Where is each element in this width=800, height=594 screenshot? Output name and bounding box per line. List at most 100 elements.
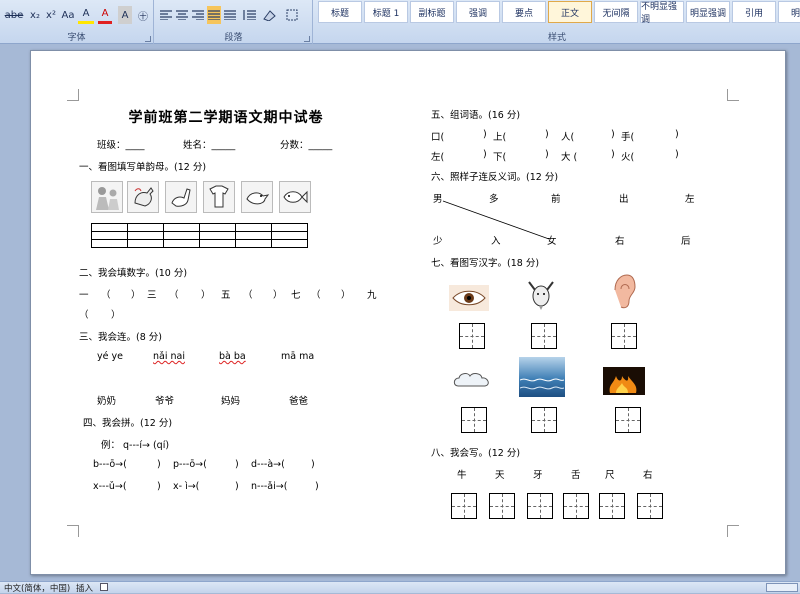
q5-item: ) <box>545 149 549 160</box>
word-mama: 妈妈 <box>221 396 241 407</box>
font-dialog-launcher-icon[interactable] <box>145 36 151 42</box>
justify-icon[interactable] <box>207 6 221 24</box>
answer-grid <box>91 223 308 248</box>
q3-heading: 三、我会连。(8 分) <box>79 332 162 343</box>
q4-item: d---à→( <box>251 459 285 470</box>
q4-item: p---ō→( <box>173 459 207 470</box>
style-button[interactable]: 无间隔 <box>594 1 638 23</box>
q2-item: （ <box>311 290 321 301</box>
paragraph-group-label: 段落 <box>224 33 243 43</box>
q8-char: 天 <box>495 470 505 481</box>
q2-item: 三 <box>147 290 157 301</box>
fire-picture <box>603 367 645 395</box>
style-button[interactable]: 不明显强调 <box>640 1 684 25</box>
q4-item: ) <box>157 481 161 492</box>
crop-mark <box>727 89 739 101</box>
q8-char: 牙 <box>533 470 543 481</box>
clothes-picture <box>203 181 235 213</box>
rooster-picture <box>127 181 159 213</box>
writing-grid[interactable] <box>527 493 553 519</box>
style-button[interactable]: 正文 <box>548 1 592 23</box>
change-case-button[interactable]: Aa <box>60 6 76 24</box>
writing-grid[interactable] <box>599 493 625 519</box>
writing-grid[interactable] <box>611 323 637 349</box>
q7-heading: 七、看图写汉字。(18 分) <box>431 258 540 269</box>
antonym-bottom: 后 <box>681 236 691 247</box>
language-status[interactable]: 中文(简体，中国) <box>4 582 70 594</box>
q2-item: （ <box>101 290 111 301</box>
q5-item: ) <box>483 149 487 160</box>
q2-item: 五 <box>221 290 231 301</box>
doc-title: 学前班第二学期语文期中试卷 <box>128 110 324 126</box>
q2-item: ） <box>273 290 283 301</box>
style-button[interactable]: 引用 <box>732 1 776 23</box>
q2-item: 一 <box>79 290 89 301</box>
style-button[interactable]: 强调 <box>456 1 500 23</box>
view-buttons[interactable] <box>766 583 798 592</box>
q5-item: ) <box>483 129 487 140</box>
q5-item: 下( <box>493 152 507 163</box>
writing-grid[interactable] <box>637 493 663 519</box>
align-left-icon[interactable] <box>159 6 173 24</box>
highlight-button[interactable]: A <box>78 6 94 24</box>
q5-item: ) <box>675 129 679 140</box>
writing-grid[interactable] <box>489 493 515 519</box>
shading-icon[interactable] <box>261 6 279 24</box>
writing-grid[interactable] <box>451 493 477 519</box>
bird-picture <box>241 181 273 213</box>
q4-heading: 四、我会拼。(12 分) <box>83 418 173 429</box>
styles-group: 标题标题 1副标题强调要点正文无间隔不明显强调明显强调引用明显 样式 <box>314 0 800 44</box>
writing-grid[interactable] <box>531 407 557 433</box>
subscript-button[interactable]: x₂ <box>28 6 42 24</box>
style-button[interactable]: 标题 <box>318 1 362 23</box>
q8-heading: 八、我会写。(12 分) <box>431 448 521 459</box>
align-center-icon[interactable] <box>175 6 189 24</box>
crop-mark <box>727 525 739 537</box>
eye-picture <box>449 285 489 311</box>
pinyin-mama: mā ma <box>281 351 315 362</box>
q4-item: ) <box>235 481 239 492</box>
antonym-bottom: 右 <box>615 236 625 247</box>
q4-item: n---ǎi→( <box>251 481 288 492</box>
strikethrough-button[interactable]: abe <box>4 6 24 24</box>
distributed-icon[interactable] <box>223 6 237 24</box>
char-shading-button[interactable]: A <box>118 6 132 24</box>
family-picture <box>91 181 123 213</box>
fish-picture <box>279 181 311 213</box>
style-button[interactable]: 明显强调 <box>686 1 730 23</box>
superscript-button[interactable]: x² <box>44 6 58 24</box>
writing-grid[interactable] <box>531 323 557 349</box>
style-button[interactable]: 要点 <box>502 1 546 23</box>
document-page[interactable]: 学前班第二学期语文期中试卷 班级：____ 姓名：_____ 分数：_____ … <box>30 50 786 575</box>
writing-grid[interactable] <box>563 493 589 519</box>
insert-mode-status[interactable]: 插入 <box>76 582 93 594</box>
writing-grid[interactable] <box>461 407 487 433</box>
q5-item: 手( <box>621 132 635 143</box>
word-baba: 爸爸 <box>289 396 309 407</box>
macro-record-icon[interactable] <box>100 583 108 591</box>
pinyin-yeye: yé ye <box>97 351 123 362</box>
q5-heading: 五、组词语。(16 分) <box>431 110 521 121</box>
font-color-button[interactable]: A <box>98 6 112 24</box>
paragraph-dialog-launcher-icon[interactable] <box>304 36 310 42</box>
q4-item: x- ì→( <box>173 481 200 492</box>
line-spacing-icon[interactable] <box>241 6 257 24</box>
q4-item: b---ō→( <box>93 459 127 470</box>
q6-heading: 六、照样子连反义词。(12 分) <box>431 172 559 183</box>
q4-item: ) <box>157 459 161 470</box>
crop-mark <box>67 525 79 537</box>
style-button[interactable]: 标题 1 <box>364 1 408 23</box>
font-group: abe x₂ x² Aa A A A ㊉ 字体 <box>0 0 154 44</box>
writing-grid[interactable] <box>615 407 641 433</box>
enclose-char-button[interactable]: ㊉ <box>136 6 150 24</box>
writing-grid[interactable] <box>459 323 485 349</box>
align-right-icon[interactable] <box>191 6 205 24</box>
name-field: 姓名：_____ <box>183 140 236 151</box>
style-button[interactable]: 副标题 <box>410 1 454 23</box>
example-connector-line <box>442 200 550 240</box>
q5-item: 人( <box>561 132 575 143</box>
style-button[interactable]: 明显 <box>778 1 800 23</box>
borders-icon[interactable] <box>283 6 301 24</box>
q2-item: 九 <box>367 290 377 301</box>
q8-char: 舌 <box>571 470 581 481</box>
